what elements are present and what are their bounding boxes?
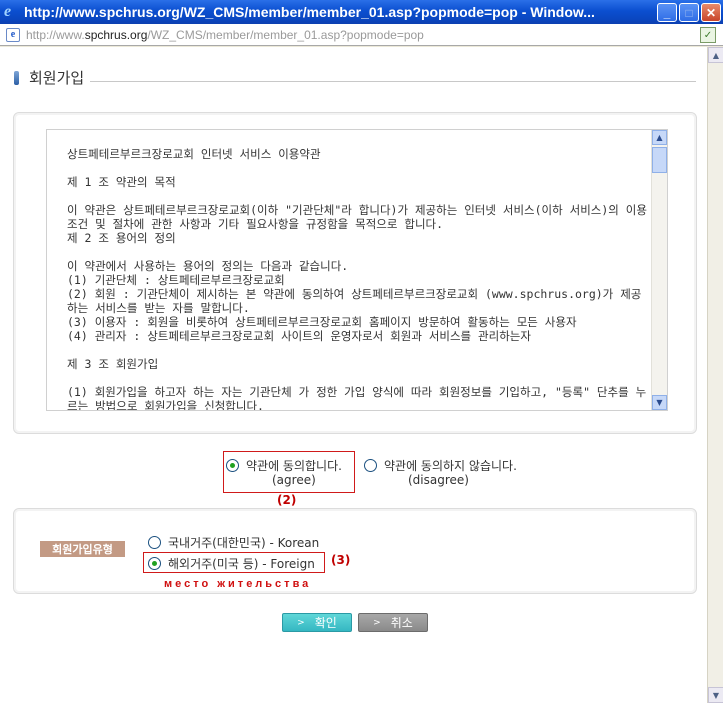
member-type-panel: 회원가입유형: [13, 508, 697, 594]
marker-2: (2): [277, 493, 297, 507]
korean-radio[interactable]: [148, 536, 161, 549]
agree-label: 약관에 동의합니다.: [246, 459, 342, 473]
address-prefix: http://www.: [26, 27, 85, 42]
terms-panel: 상트페테르부르크장로교회 인터넷 서비스 이용약관 제 1 조 약관의 목적 이…: [13, 112, 697, 434]
cancel-button[interactable]: > 취소: [358, 613, 428, 632]
agree-option[interactable]: 약관에 동의합니다.: [226, 457, 342, 474]
address-bar[interactable]: e http://www. spchrus.org/WZ_CMS/member/m…: [0, 24, 723, 46]
chevron-right-icon: >: [297, 617, 305, 628]
security-icon[interactable]: ✓: [700, 27, 716, 43]
confirm-button[interactable]: > 확인: [282, 613, 352, 632]
maximize-button[interactable]: □: [679, 3, 699, 22]
ie-icon: e: [4, 3, 12, 20]
page-heading: 회원가입: [14, 67, 84, 88]
foreign-label: 해외거주(미국 등) - Foreign: [168, 557, 315, 571]
foreign-option[interactable]: 해외거주(미국 등) - Foreign: [148, 555, 315, 572]
window-title: http://www.spchrus.org/WZ_CMS/member/mem…: [24, 4, 595, 20]
window-titlebar[interactable]: e http://www.spchrus.org/WZ_CMS/member/m…: [0, 0, 723, 24]
close-button[interactable]: ✕: [701, 3, 721, 22]
disagree-note: (disagree): [408, 473, 469, 487]
confirm-button-label: 확인: [314, 616, 337, 630]
disagree-option[interactable]: 약관에 동의하지 않습니다.: [364, 457, 517, 474]
agree-note: (agree): [272, 473, 316, 487]
window-scroll-up-icon[interactable]: ▲: [708, 47, 723, 63]
residence-note: место жительства: [164, 578, 312, 590]
window-scrollbar[interactable]: ▲ ▼: [707, 47, 723, 703]
window-scroll-down-icon[interactable]: ▼: [708, 687, 723, 703]
heading-divider: [90, 81, 696, 82]
address-domain: spchrus.org: [84, 27, 148, 42]
korean-option[interactable]: 국내거주(대한민국) - Korean: [148, 534, 319, 551]
member-type-label: 회원가입유형: [40, 541, 125, 557]
agree-radio[interactable]: [226, 459, 239, 472]
scroll-up-icon[interactable]: ▲: [652, 130, 667, 145]
terms-scrollbar[interactable]: ▲ ▼: [651, 130, 667, 410]
cancel-button-label: 취소: [390, 616, 413, 630]
terms-textarea[interactable]: 상트페테르부르크장로교회 인터넷 서비스 이용약관 제 1 조 약관의 목적 이…: [46, 129, 668, 411]
korean-label: 국내거주(대한민국) - Korean: [168, 536, 320, 550]
heading-bullet-icon: [14, 70, 19, 85]
terms-text: 상트페테르부르크장로교회 인터넷 서비스 이용약관 제 1 조 약관의 목적 이…: [67, 147, 647, 411]
page-title: 회원가입: [29, 69, 85, 87]
chevron-right-icon: >: [373, 617, 381, 628]
page-icon: e: [6, 27, 20, 42]
scroll-thumb[interactable]: [652, 147, 667, 173]
marker-3: (3): [331, 553, 351, 567]
disagree-radio[interactable]: [364, 459, 377, 472]
scroll-down-icon[interactable]: ▼: [652, 395, 667, 410]
disagree-label: 약관에 동의하지 않습니다.: [384, 459, 517, 473]
foreign-radio[interactable]: [148, 557, 161, 570]
address-path: /WZ_CMS/member/member_01.asp?popmode=pop: [147, 27, 424, 42]
minimize-button[interactable]: _: [657, 3, 677, 22]
page-content: 회원가입 상트페테르부르크장로교회 인터넷 서비스 이용약관 제 1 조 약관의…: [0, 47, 707, 703]
